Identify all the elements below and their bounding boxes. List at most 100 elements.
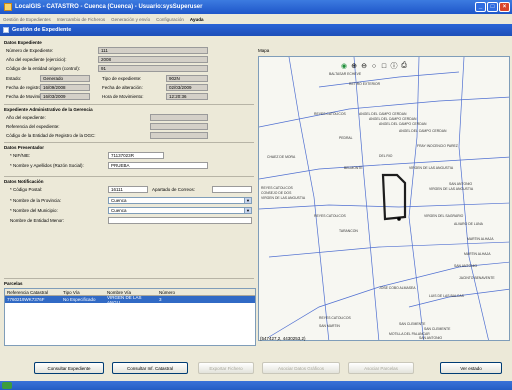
- cell-tipo-via: No Especificado: [63, 297, 96, 302]
- map-view[interactable]: BALTASAR ECHEVE RETIRO EXTERIOR REYES CA…: [258, 56, 510, 341]
- presentador-section-title: Datos Presentador: [4, 145, 45, 150]
- estado-label: Estado:: [6, 76, 22, 81]
- street-label: ANGEL DEL CAMPO CERDAN: [369, 117, 417, 121]
- asociar-datos-button[interactable]: Asociar Datos Gráficos: [262, 362, 340, 374]
- rectangle-icon[interactable]: □: [380, 62, 388, 70]
- street-label: REYES CATOLICOS: [314, 214, 346, 218]
- street-label: VIRGEN DE LAS ANGUSTIA: [429, 187, 474, 191]
- street-label: REYES CATOLICOS: [319, 316, 351, 320]
- print-icon[interactable]: ⎙: [400, 62, 408, 70]
- button-bar: Consultar Expediente Consultar Inf. Cata…: [0, 356, 512, 378]
- maximize-button[interactable]: □: [487, 2, 498, 12]
- zoom-out-icon[interactable]: ⊖: [360, 62, 368, 70]
- start-button[interactable]: [2, 382, 12, 389]
- apartado-field[interactable]: [212, 186, 252, 193]
- gerencia-cod-field[interactable]: [150, 132, 208, 139]
- street-label: VIRGEN DE LAS ANGUSTIA: [261, 196, 306, 200]
- menu-intercambio[interactable]: Intercambio de Ficheros: [57, 17, 105, 22]
- map-title: Mapa: [258, 48, 270, 53]
- close-button[interactable]: ×: [499, 2, 510, 12]
- street-label: VIRGEN DE LAS ANGUSTIA: [409, 166, 454, 170]
- minimize-button[interactable]: _: [475, 2, 486, 12]
- street-label: REYES CATOLICOS: [314, 112, 346, 116]
- tipo-field[interactable]: 902N: [166, 75, 208, 82]
- panel-title: Gestión de Expediente: [12, 27, 72, 33]
- consultar-catastral-button[interactable]: Consultar Inf. Catastral: [112, 362, 188, 374]
- apartado-label: Apartado de Correos:: [152, 187, 196, 192]
- menu-configuracion[interactable]: Configuración: [156, 17, 184, 22]
- zoom-in-icon[interactable]: ⊕: [350, 62, 358, 70]
- panel-icon: [3, 27, 9, 33]
- fecha-registro-field[interactable]: 16/09/2008: [40, 84, 90, 91]
- menu-generacion[interactable]: Generación y envío: [111, 17, 150, 22]
- col-referencia[interactable]: Referencia Catastral: [5, 290, 63, 295]
- street-label: LUIS DE LAS BALCAS: [429, 294, 465, 298]
- menu-gestion[interactable]: Gestión de Expedientes: [3, 17, 51, 22]
- consultar-expediente-button[interactable]: Consultar Expediente: [34, 362, 104, 374]
- street-label: BELMONTE: [344, 166, 363, 170]
- expediente-section-title: Datos Expediente: [4, 40, 42, 45]
- info-icon[interactable]: ⓘ: [390, 62, 398, 70]
- map-coordinates: (547427,2, 4430253,2): [260, 336, 306, 341]
- globe-icon[interactable]: ◉: [340, 62, 348, 70]
- notificacion-section-title: Datos Notificación: [4, 179, 44, 184]
- street-label: ANGEL DEL CAMPO CERDAN: [359, 112, 407, 116]
- col-tipo-via[interactable]: Tipo Vía: [63, 290, 107, 295]
- municipio-label: * Nombre del Municipio:: [10, 208, 58, 213]
- fecha-registro-label: Fecha de registro:: [6, 85, 43, 90]
- municipio-select[interactable]: Cuenca ▼: [108, 207, 252, 214]
- fecha-alteracion-label: Fecha de alteración:: [102, 85, 143, 90]
- parcelas-table[interactable]: Referencia Catastral Tipo Vía Nombre Vía…: [4, 288, 256, 346]
- entidad-field[interactable]: [108, 217, 252, 224]
- col-numero[interactable]: Número: [159, 290, 199, 295]
- asociar-parcelas-button[interactable]: Asociar Parcelas: [348, 362, 414, 374]
- anio-field[interactable]: 2008: [98, 56, 208, 63]
- menu-ayuda[interactable]: Ayuda: [190, 17, 204, 22]
- gerencia-anio-label: Año del expediente:: [6, 115, 46, 120]
- street-label: ANGEL DEL CAMPO CERDAN: [379, 122, 427, 126]
- fecha-alteracion-field[interactable]: 02/03/2009: [166, 84, 208, 91]
- taskbar: [0, 381, 512, 390]
- select-icon[interactable]: ○: [370, 62, 378, 70]
- nombre-field[interactable]: PRUEBA: [108, 162, 208, 169]
- estado-field[interactable]: Generado: [40, 75, 90, 82]
- table-row[interactable]: 7760219WK7376F No Especificado VIRGEN DE…: [5, 295, 255, 305]
- divider: [4, 176, 254, 177]
- street-label: ALVARO DE LUNA: [454, 222, 484, 226]
- main-area: Datos Expediente Número de Expediente: 1…: [0, 36, 512, 381]
- cp-label: * Código Postal:: [10, 187, 43, 192]
- chevron-down-icon[interactable]: ▼: [244, 198, 251, 203]
- street-label: RETIRO EXTERIOR: [349, 82, 381, 86]
- gerencia-ref-field[interactable]: [150, 123, 208, 130]
- street-label: VIRGEN DEL SAGRARIO: [424, 214, 464, 218]
- street-label: ANGEL DEL CAMPO CERDAN: [399, 129, 447, 133]
- map-canvas[interactable]: BALTASAR ECHEVE RETIRO EXTERIOR REYES CA…: [259, 57, 510, 341]
- street-label: SAN ANTONIO: [419, 336, 442, 340]
- gerencia-cod-label: Código de la Entidad de Registro de la D…: [6, 133, 96, 138]
- street-label: CHAEZ DE MORA: [267, 155, 296, 159]
- hora-movimiento-field[interactable]: 12:20:36: [166, 93, 208, 100]
- fecha-movimiento-field[interactable]: 16/03/2009: [40, 93, 90, 100]
- exportar-fichero-button[interactable]: Exportar Fichero: [198, 362, 254, 374]
- street-label: SAN ANTONIO: [454, 264, 477, 268]
- street-label: MARTIN ALHAJA: [467, 237, 494, 241]
- street-label: DEL RIO: [379, 154, 393, 158]
- municipio-value: Cuenca: [111, 208, 127, 213]
- nif-field[interactable]: 71137023R: [108, 152, 164, 159]
- ver-estado-button[interactable]: Ver estado: [440, 362, 502, 374]
- numero-field[interactable]: 111: [98, 47, 208, 54]
- street-label: TARANCON: [339, 229, 358, 233]
- menubar: Gestión de Expedientes Intercambio de Fi…: [0, 14, 512, 24]
- codigo-field[interactable]: 91: [98, 65, 208, 72]
- gerencia-anio-field[interactable]: [150, 114, 208, 121]
- app-icon: [4, 3, 12, 11]
- nombre-label: * Nombre y Apellidos (Razón Social):: [10, 163, 84, 168]
- cp-field[interactable]: 16111: [108, 186, 148, 193]
- chevron-down-icon[interactable]: ▼: [244, 208, 251, 213]
- hora-movimiento-label: Hora de Movimiento:: [102, 94, 144, 99]
- street-label: SAN ANTONIO: [449, 182, 472, 186]
- provincia-select[interactable]: Cuenca ▼: [108, 197, 252, 204]
- codigo-label: Código de la entidad origen (control):: [6, 66, 81, 71]
- divider: [4, 142, 254, 143]
- street-label: SAN MARTIN: [319, 324, 340, 328]
